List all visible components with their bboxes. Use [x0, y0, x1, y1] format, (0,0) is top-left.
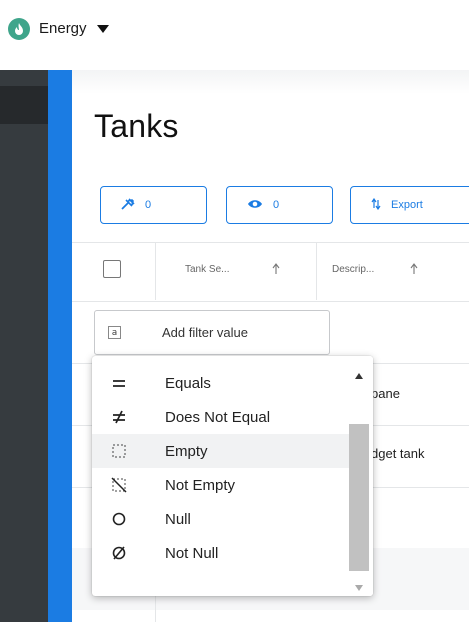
option-equals[interactable]: Equals: [92, 366, 350, 400]
column-divider: [316, 242, 317, 300]
option-label: Not Empty: [165, 477, 236, 494]
filter-condition-dropdown[interactable]: Equals Does Not Equal Empty Not Empty Nu…: [92, 356, 373, 596]
not-empty-icon: [108, 474, 130, 496]
visible-columns-button[interactable]: 0: [226, 186, 333, 224]
option-does-not-equal[interactable]: Does Not Equal: [92, 400, 350, 434]
column-divider: [155, 242, 156, 300]
scrollbar-thumb[interactable]: [349, 424, 369, 571]
option-label: Empty: [165, 443, 208, 460]
visible-count: 0: [273, 199, 280, 211]
option-label: Does Not Equal: [165, 409, 271, 426]
app-switcher-label[interactable]: Energy: [39, 20, 87, 37]
side-nav-rail: [0, 70, 48, 622]
filter-placeholder[interactable]: Add filter value: [162, 325, 248, 340]
sort-ascending-icon[interactable]: [272, 262, 280, 280]
select-all-checkbox[interactable]: [103, 260, 121, 278]
option-not-null[interactable]: Not Null: [92, 536, 350, 570]
top-bar: Energy: [0, 0, 469, 62]
side-nav-active-item[interactable]: [0, 86, 48, 124]
scroll-down-icon[interactable]: [355, 578, 363, 596]
not-equal-icon: [108, 406, 130, 428]
chevron-down-icon[interactable]: [97, 22, 109, 40]
pin-columns-button[interactable]: 0: [100, 186, 207, 224]
option-label: Not Null: [165, 545, 219, 562]
sort-ascending-icon[interactable]: [410, 262, 418, 280]
null-icon: [108, 508, 130, 530]
column-header-description[interactable]: Descrip...: [332, 264, 374, 275]
sort-arrows-icon: [371, 197, 381, 213]
option-label: Equals: [165, 375, 211, 392]
equals-icon: [108, 372, 130, 394]
scroll-up-icon[interactable]: [355, 366, 363, 384]
filter-type-icon[interactable]: a: [108, 326, 121, 339]
option-not-empty[interactable]: Not Empty: [92, 468, 350, 502]
pin-icon: [121, 197, 135, 213]
option-empty[interactable]: Empty: [92, 434, 350, 468]
option-null[interactable]: Null: [92, 502, 350, 536]
empty-icon: [108, 440, 130, 462]
not-null-icon: [108, 542, 130, 564]
eye-icon: [247, 199, 263, 212]
export-label: Export: [391, 199, 423, 211]
side-panel-accent-bar: [48, 70, 72, 622]
flame-icon[interactable]: [8, 18, 30, 40]
content-top-shadow: [72, 70, 469, 94]
option-label: Null: [165, 511, 191, 528]
export-button[interactable]: Export: [350, 186, 469, 224]
column-header-tank-serial[interactable]: Tank Se...: [185, 264, 229, 275]
page-title: Tanks: [94, 108, 179, 144]
pin-count: 0: [145, 199, 152, 211]
